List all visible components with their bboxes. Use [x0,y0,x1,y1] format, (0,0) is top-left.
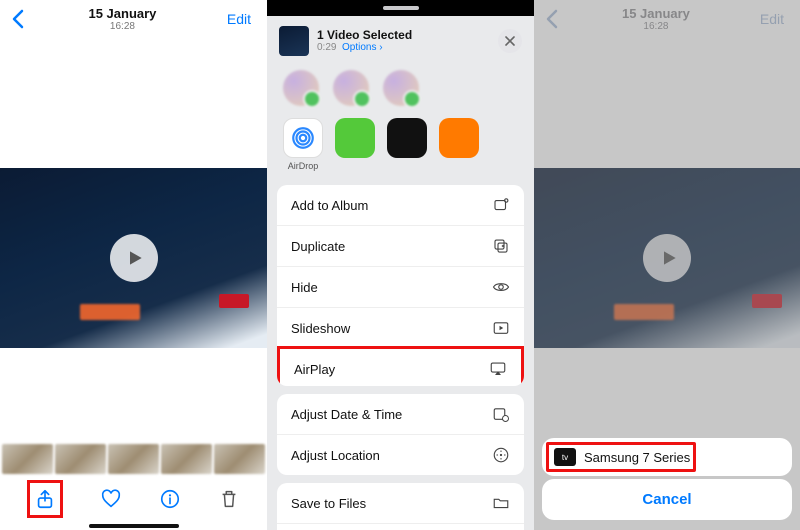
close-icon [505,36,515,46]
screenshot-photos-viewer: 15 January 16:28 Edit [0,0,267,530]
app-airdrop[interactable]: AirDrop [283,118,323,171]
action-hide[interactable]: Hide [277,267,524,308]
highlight-share [27,480,63,518]
thumbnail[interactable] [2,444,53,474]
play-icon [125,248,145,268]
action-label: Slideshow [291,321,350,336]
back-button[interactable] [10,9,24,29]
screenshot-airplay-picker: 15 January 16:28 Edit tv Samsung 7 Serie… [534,0,800,530]
app-item[interactable] [387,118,427,158]
selection-title: 1 Video Selected [317,29,490,42]
airdrop-label: AirDrop [283,161,323,171]
actions-group-3: Save to Files Open in QQ Mail [277,483,524,530]
trash-icon[interactable] [218,488,240,510]
options-link[interactable]: Options [342,42,376,53]
duplicate-icon [492,237,510,255]
thumbnail[interactable] [108,444,159,474]
thumbnail[interactable] [55,444,106,474]
share-info: 1 Video Selected 0:29 Options › [317,29,490,53]
airplay-device-row[interactable]: tv Samsung 7 Series [542,438,792,476]
location-icon [492,446,510,464]
contact-avatar[interactable] [383,70,419,106]
favorite-icon[interactable] [100,488,122,510]
contact-avatar[interactable] [283,70,319,106]
action-label: Save to Files [291,496,366,511]
calendar-icon [492,405,510,423]
folder-icon [492,494,510,512]
screenshot-share-sheet: 1 Video Selected 0:29 Options › AirDrop [267,0,534,530]
header-title: 15 January 16:28 [24,6,221,32]
action-add-album[interactable]: Add to Album [277,185,524,226]
action-label: Hide [291,280,318,295]
share-header: 1 Video Selected 0:29 Options › [267,16,534,62]
action-label: Adjust Location [291,448,380,463]
action-adjust-date[interactable]: Adjust Date & Time [277,394,524,435]
album-icon [492,196,510,214]
action-save-files[interactable]: Save to Files [277,483,524,524]
actions-group-2: Adjust Date & Time Adjust Location [277,394,524,475]
car-badge [219,294,249,308]
play-button[interactable] [110,234,158,282]
edit-button[interactable]: Edit [221,7,257,31]
video-preview[interactable] [0,168,267,348]
duration-label: 0:29 [317,42,336,53]
chevron-right-icon: › [379,42,382,53]
thumbnail[interactable] [161,444,212,474]
app-item[interactable] [439,118,479,158]
video-thumbnail [279,26,309,56]
info-icon[interactable] [159,488,181,510]
app-item[interactable] [335,118,375,158]
share-icon[interactable] [34,488,56,510]
action-airplay[interactable]: AirPlay [277,346,524,386]
app-icon [387,118,427,158]
nav-bar: 15 January 16:28 Edit [0,0,267,38]
sheet-grabber[interactable] [383,6,419,10]
action-open-qqmail[interactable]: Open in QQ Mail [277,524,524,530]
thumbnail[interactable] [214,444,265,474]
highlight-device [546,442,696,472]
header-date: 15 January [24,6,221,21]
action-label: Adjust Date & Time [291,407,402,422]
app-icon [439,118,479,158]
selection-subtitle: 0:29 Options › [317,42,490,53]
slideshow-icon [492,319,510,337]
action-label: Duplicate [291,239,345,254]
action-slideshow[interactable]: Slideshow [277,308,524,349]
apps-row: AirDrop [267,108,534,185]
cancel-button[interactable]: Cancel [542,479,792,520]
eye-icon [492,278,510,296]
bottom-toolbar [0,480,267,518]
contacts-row [267,62,534,108]
contact-avatar[interactable] [333,70,369,106]
action-label: AirPlay [294,362,335,377]
action-label: Add to Album [291,198,368,213]
car-graphic [80,304,140,320]
action-adjust-location[interactable]: Adjust Location [277,435,524,475]
airdrop-icon [283,118,323,158]
close-button[interactable] [498,29,522,53]
app-icon [335,118,375,158]
actions-group-1: Add to Album Duplicate Hide Slideshow Ai… [277,185,524,386]
header-time: 16:28 [24,21,221,32]
home-indicator [89,524,179,528]
airplay-icon [489,360,507,378]
thumbnail-strip[interactable] [0,444,267,474]
action-duplicate[interactable]: Duplicate [277,226,524,267]
